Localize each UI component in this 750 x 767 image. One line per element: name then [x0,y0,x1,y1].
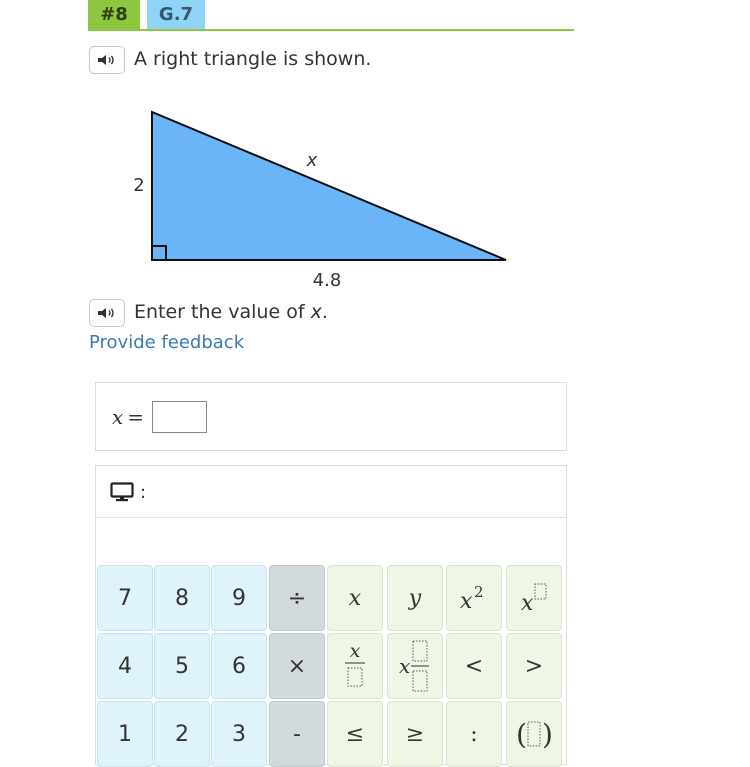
key-y-label: y [408,585,422,611]
keypad-header-colon: : [140,482,147,503]
key-colon[interactable]: : [446,701,502,767]
key-3[interactable]: 3 [211,701,267,767]
x-power-glyph: x [521,583,547,615]
dotted-box-icon [412,640,428,662]
key-parentheses[interactable]: ( ) [506,701,562,767]
base-label: 4.8 [313,270,342,291]
key-x[interactable]: x [327,565,383,631]
key-less-than[interactable]: < [446,633,502,699]
instruction-variable: x [310,301,322,323]
key-8[interactable]: 8 [154,565,210,631]
key-x-power[interactable]: x [506,565,562,631]
dotted-box-icon [527,721,541,747]
key-minus[interactable]: - [269,701,325,767]
read-aloud-button-2[interactable] [89,299,125,327]
key-x-squared[interactable]: x 2 [446,565,502,631]
instruction-text: Enter the value of [134,301,311,323]
key-greater-equal[interactable]: ≥ [387,701,443,767]
key-divide[interactable]: ÷ [269,565,325,631]
key-2[interactable]: 2 [154,701,210,767]
key-x-label: x [348,585,362,611]
dotted-box-icon [412,670,428,692]
triangle-shape [151,110,507,261]
key-4[interactable]: 4 [97,633,153,699]
svg-text:(: ( [516,718,527,751]
dotted-box-icon [347,667,363,687]
svg-text:x: x [350,640,361,662]
provide-feedback-link[interactable]: Provide feedback [89,332,244,353]
answer-area: x = [95,382,567,451]
svg-text:x: x [399,654,410,678]
keypad-header: : [96,466,566,518]
hypotenuse-label: x [306,150,318,171]
monitor-icon [110,482,134,502]
parentheses-glyph: ( ) [516,718,553,751]
fraction-glyph: x [345,640,365,687]
key-greater-than[interactable]: > [506,633,562,699]
svg-text:2: 2 [474,583,484,601]
key-5[interactable]: 5 [154,633,210,699]
key-less-equal[interactable]: ≤ [327,701,383,767]
left-side-label: 2 [133,175,144,196]
key-7[interactable]: 7 [97,565,153,631]
mixed-number-glyph: x [399,640,429,692]
dotted-box-icon [534,583,547,600]
key-mixed-number[interactable]: x [387,633,443,699]
svg-text:): ) [542,718,553,751]
x-squared-glyph: x 2 [460,583,484,613]
key-1[interactable]: 1 [97,701,153,767]
answer-equals: = [127,405,145,429]
speaker-icon [98,308,114,318]
instruction-period: . [321,301,328,323]
key-9[interactable]: 9 [211,565,267,631]
key-6[interactable]: 6 [211,633,267,699]
svg-text:x: x [460,589,473,613]
answer-input[interactable] [152,401,207,433]
key-multiply[interactable]: × [269,633,325,699]
answer-label: x = [112,405,144,429]
question-instruction: Enter the value of x. [134,301,328,323]
key-fraction[interactable]: x [327,633,383,699]
key-y[interactable]: y [387,565,443,631]
answer-variable: x [112,405,124,429]
svg-text:x: x [521,591,534,615]
